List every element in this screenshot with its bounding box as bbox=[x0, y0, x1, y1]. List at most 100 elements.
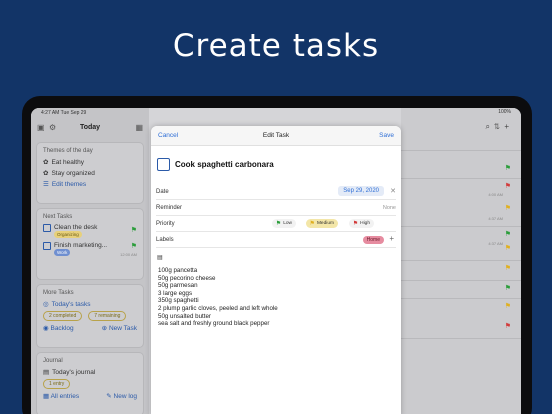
reminder-row[interactable]: Reminder None bbox=[156, 201, 396, 216]
theme-item[interactable]: ✿ Stay organized bbox=[43, 169, 137, 178]
task-checkbox[interactable] bbox=[43, 242, 51, 250]
notes-icon: ▤ bbox=[157, 255, 163, 261]
note-line: 50g parmesan bbox=[158, 282, 198, 290]
task-time: 4:00 AM bbox=[488, 192, 503, 197]
edit-task-modal: Cancel Edit Task Save Cook spaghetti car… bbox=[151, 126, 401, 414]
flag-icon: ⚑ bbox=[504, 165, 511, 172]
note-line: 3 large eggs bbox=[158, 289, 193, 297]
divider bbox=[401, 280, 521, 281]
status-time: 4:27 AM Tue Sep 29 bbox=[41, 110, 87, 116]
label-chip[interactable]: Home bbox=[362, 236, 384, 244]
journal-icon: ▤ bbox=[43, 369, 50, 376]
backlog-button[interactable]: ◉ Backlog bbox=[43, 324, 74, 332]
divider bbox=[401, 226, 521, 227]
list-item[interactable]: Finish marketing... Work ⚑ 12:00 AM bbox=[43, 242, 137, 257]
note-line: sea salt and freshly ground black pepper bbox=[158, 320, 270, 328]
flag-icon: ⚑ bbox=[130, 227, 137, 234]
save-button[interactable]: Save bbox=[379, 132, 394, 139]
flag-icon: ⚑ bbox=[130, 243, 137, 250]
task-time: 4:37 AM bbox=[488, 241, 503, 246]
reminder-value: None bbox=[382, 205, 396, 211]
leaf-icon: ✿ bbox=[43, 170, 49, 177]
priority-label: Priority bbox=[156, 221, 175, 227]
list-item[interactable]: Clean the desk Organizing ⚑ bbox=[43, 224, 137, 238]
note-line: 50g unsalted butter bbox=[158, 312, 211, 320]
divider bbox=[401, 260, 521, 261]
flag-icon: ⚑ bbox=[504, 183, 511, 190]
task-time: 4:37 AM bbox=[488, 216, 503, 221]
themes-card: Themes of the day ✿ Eat healthy ✿ Stay org… bbox=[36, 142, 144, 204]
list-icon: ☰ bbox=[43, 181, 49, 188]
flag-icon: ⚑ bbox=[504, 285, 511, 292]
flag-icon: ⚑ bbox=[504, 265, 511, 272]
todays-journal-link[interactable]: ▤ Today's journal bbox=[43, 368, 137, 377]
label-chip: Organizing bbox=[54, 231, 82, 238]
headline: Create tasks bbox=[172, 28, 380, 64]
flag-icon: ⚑ bbox=[352, 221, 359, 227]
labels-row: Labels Home + bbox=[156, 233, 396, 248]
status-battery: 100% bbox=[498, 109, 511, 115]
flag-icon: ⚑ bbox=[309, 221, 315, 227]
priority-medium-button[interactable]: ⚑ Medium bbox=[305, 219, 338, 228]
task-list-background: 100% ⌕⇅+ ⚑ ⚑ 4:00 AM ⚑ 4:37 AM ⚑ 4:37 AM… bbox=[401, 108, 521, 414]
divider bbox=[401, 338, 521, 339]
modal-title: Edit Task bbox=[262, 132, 290, 139]
date-row: Date Sep 29, 2020 ✕ bbox=[156, 185, 396, 200]
date-picker[interactable]: Sep 29, 2020 bbox=[338, 186, 384, 196]
divider bbox=[401, 298, 521, 299]
entries-badge: 1 entry bbox=[43, 379, 71, 389]
flag-icon: ⚑ bbox=[275, 221, 282, 227]
new-log-button[interactable]: ✎ New log bbox=[106, 392, 137, 400]
todays-tasks-link[interactable]: ◎ Today's tasks bbox=[43, 300, 137, 309]
divider bbox=[401, 150, 521, 151]
modal-header: Cancel Edit Task Save bbox=[151, 126, 401, 146]
add-label-icon[interactable]: + bbox=[389, 234, 394, 243]
note-line: 100g pancetta bbox=[158, 267, 198, 274]
backlog-icon: ◉ bbox=[43, 325, 49, 332]
divider bbox=[401, 178, 521, 179]
note-line: 50g pecorino cheese bbox=[158, 274, 216, 282]
flag-icon: ⚑ bbox=[504, 323, 511, 330]
journal-title: Journal bbox=[43, 358, 63, 364]
all-entries-button[interactable]: ▦ All entries bbox=[43, 392, 79, 400]
new-task-button[interactable]: ⊕ New Task bbox=[102, 324, 137, 332]
note-line: 2 plump garlic cloves, peeled and left w… bbox=[158, 304, 278, 312]
edit-themes-button[interactable]: ☰ Edit themes bbox=[43, 180, 137, 189]
leaf-icon: ✿ bbox=[43, 159, 49, 166]
flag-icon: ⚑ bbox=[504, 303, 511, 310]
label-chip: Work bbox=[54, 249, 71, 256]
add-icon[interactable]: + bbox=[504, 122, 513, 131]
notes-field[interactable]: 100g pancetta 50g pecorino cheese 50g pa… bbox=[158, 267, 278, 328]
next-tasks-card: Next Tasks Clean the desk Organizing ⚑ F… bbox=[36, 208, 144, 280]
task-checkbox[interactable] bbox=[43, 224, 51, 232]
journal-card: Journal ▤ Today's journal 1 entry ▦ All e… bbox=[36, 352, 144, 414]
themes-title: Themes of the day bbox=[43, 148, 93, 154]
sort-icon[interactable]: ⇅ bbox=[494, 122, 504, 131]
task-checkbox[interactable] bbox=[157, 158, 170, 171]
priority-high-button[interactable]: ⚑ High bbox=[348, 219, 374, 228]
next-tasks-title: Next Tasks bbox=[43, 214, 73, 220]
priority-row: Priority ⚑ Low ⚑ Medium ⚑ High bbox=[156, 217, 396, 232]
task-time: 12:00 AM bbox=[120, 252, 137, 257]
flag-icon: ⚑ bbox=[504, 205, 511, 212]
reminder-label: Reminder bbox=[156, 205, 183, 211]
clear-date-icon[interactable]: ✕ bbox=[390, 187, 396, 195]
plus-icon: ⊕ bbox=[101, 325, 108, 332]
tasks-icon: ◎ bbox=[43, 301, 49, 308]
list-toolbar: ⌕⇅+ bbox=[485, 122, 513, 132]
completed-badge: 2 completed bbox=[43, 311, 83, 321]
sidebar: 4:27 AM Tue Sep 29 ▣ ⚙ ▦ Today Themes of… bbox=[31, 108, 149, 414]
flag-icon: ⚑ bbox=[504, 231, 511, 238]
note-line: 350g spaghetti bbox=[158, 297, 199, 305]
date-label: Date bbox=[156, 189, 169, 195]
theme-item[interactable]: ✿ Eat healthy bbox=[43, 158, 137, 167]
more-tasks-title: More Tasks bbox=[43, 290, 74, 296]
more-tasks-card: More Tasks ◎ Today's tasks 2 completed 7 … bbox=[36, 284, 144, 348]
edit-icon: ✎ bbox=[106, 393, 112, 400]
labels-label: Labels bbox=[156, 237, 174, 243]
sidebar-title: Today bbox=[79, 124, 101, 131]
priority-low-button[interactable]: ⚑ Low bbox=[271, 219, 296, 228]
search-icon[interactable]: ⌕ bbox=[485, 122, 493, 131]
remaining-badge: 7 remaining bbox=[88, 311, 127, 321]
task-name-field[interactable]: Cook spaghetti carbonara bbox=[175, 160, 274, 169]
